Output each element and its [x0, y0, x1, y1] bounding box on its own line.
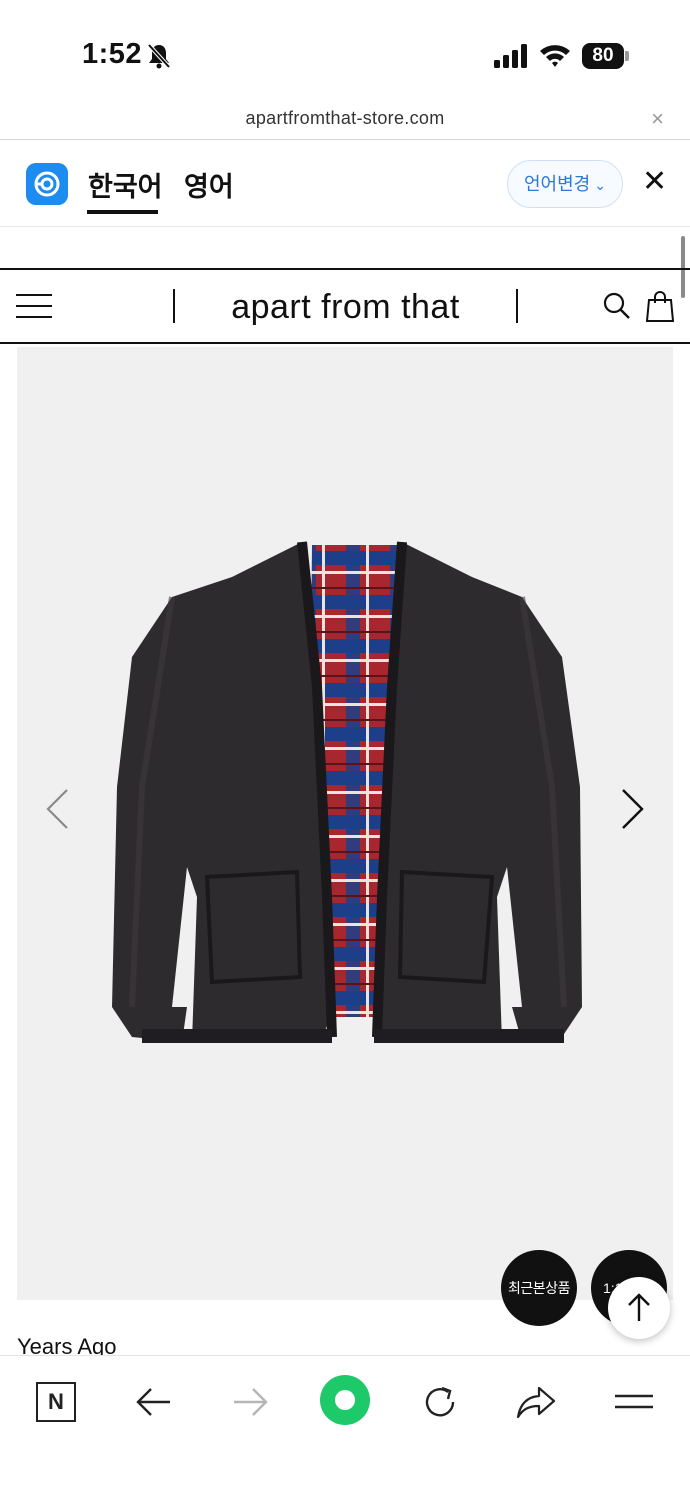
recent-products-button[interactable]: 최근본상품 [501, 1250, 577, 1326]
status-bar: 1:52 80 [0, 0, 690, 100]
shopping-bag-icon[interactable] [646, 290, 674, 322]
browser-toolbar: N [0, 1355, 690, 1500]
product-jacket-image [112, 541, 582, 1043]
arrow-up-icon [628, 1293, 650, 1321]
translate-app-icon [26, 163, 68, 205]
battery-level: 80 [582, 43, 624, 69]
site-header: apart from that [0, 268, 690, 344]
carousel-next-arrow-icon[interactable] [617, 787, 647, 831]
status-time: 1:52 [82, 38, 143, 70]
home-dot-icon [335, 1390, 355, 1410]
search-icon[interactable] [603, 292, 631, 320]
product-image-carousel[interactable] [17, 347, 673, 1300]
tab-target-language[interactable]: 영어 [184, 165, 234, 204]
active-tab-underline [87, 210, 158, 214]
naver-n-button[interactable]: N [36, 1382, 76, 1422]
home-button[interactable] [320, 1375, 370, 1425]
menu-icon[interactable] [16, 294, 52, 320]
bell-muted-icon [147, 43, 171, 69]
battery-tip [625, 51, 629, 61]
battery-indicator: 80 [582, 43, 629, 69]
toolbar-menu-icon[interactable] [612, 1380, 656, 1424]
reload-icon[interactable] [418, 1380, 462, 1424]
translate-bar: 한국어 영어 언어변경 ⌄ ✕ [0, 141, 690, 227]
product-brand-text[interactable]: Years Ago [17, 1334, 117, 1356]
change-language-button[interactable]: 언어변경 ⌄ [507, 160, 623, 208]
header-divider-right [516, 289, 518, 323]
carousel-prev-arrow-icon[interactable] [43, 787, 73, 831]
wifi-icon [540, 45, 570, 67]
scroll-to-top-button[interactable] [608, 1277, 670, 1339]
change-language-label: 언어변경 [524, 174, 591, 194]
site-title[interactable]: apart from that [175, 288, 516, 327]
translate-close-icon[interactable]: ✕ [642, 167, 667, 197]
chevron-down-icon: ⌄ [594, 177, 606, 193]
tab-source-language[interactable]: 한국어 [88, 165, 163, 204]
forward-arrow-icon[interactable] [228, 1380, 272, 1424]
url-text[interactable]: apartfromthat-store.com [0, 108, 690, 129]
back-arrow-icon[interactable] [132, 1380, 176, 1424]
cellular-signal-icon [494, 44, 527, 68]
url-bar[interactable]: apartfromthat-store.com × [0, 100, 690, 140]
share-icon[interactable] [514, 1380, 558, 1424]
url-close-icon[interactable]: × [651, 108, 664, 130]
